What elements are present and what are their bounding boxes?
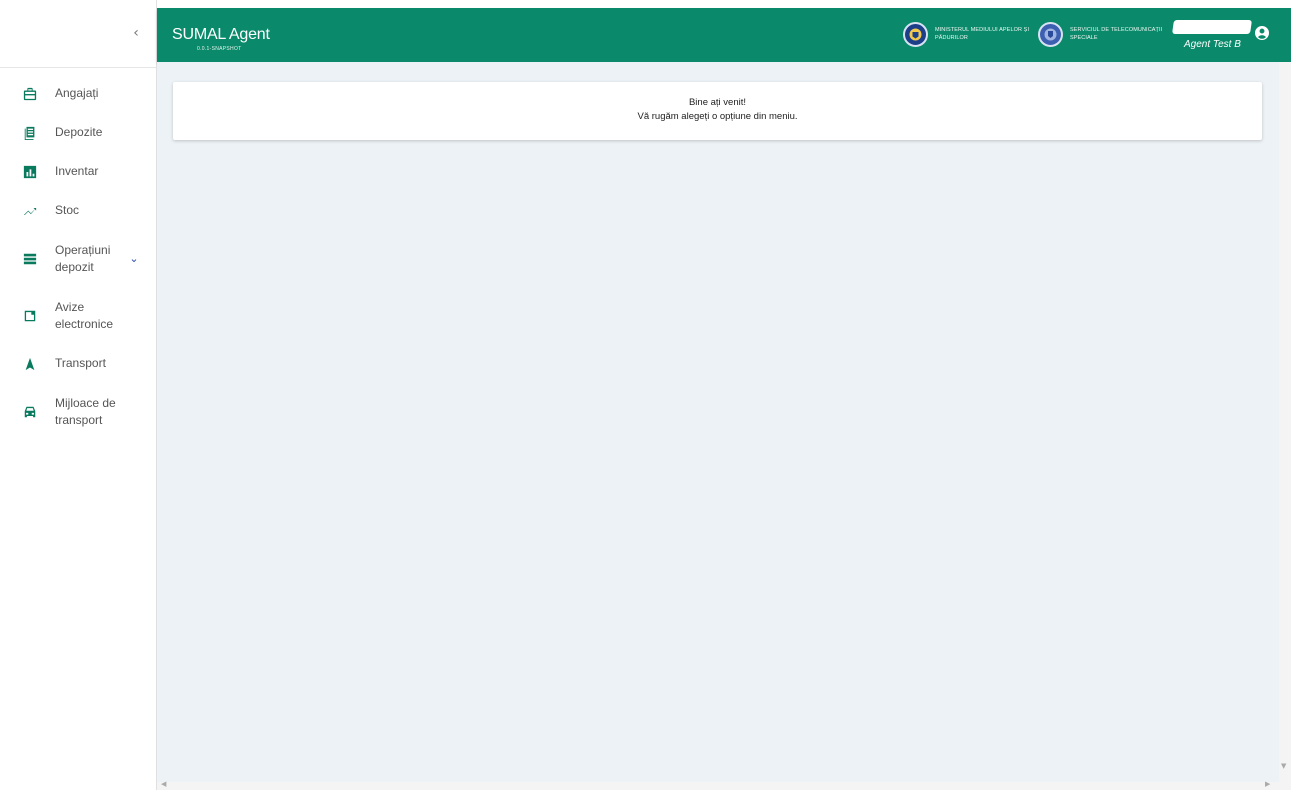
briefcase-icon — [22, 86, 38, 102]
app-version: 0.0.1-SNAPSHOT — [197, 46, 242, 52]
app-header: SUMAL Agent 0.0.1-SNAPSHOT MINISTERUL ME… — [157, 8, 1291, 62]
sidebar-item-label: Stoc — [55, 203, 80, 217]
welcome-message: Vă rugăm alegeți o opțiune din meniu. — [637, 111, 798, 122]
sidebar-item-depozite[interactable]: Depozite — [0, 113, 156, 152]
user-name: Agent Test B — [1184, 39, 1241, 50]
sidebar-item-label: Depozite — [55, 125, 103, 139]
ministry-logo-icon — [903, 22, 928, 47]
chevron-down-icon[interactable]: ⌄ — [128, 252, 140, 266]
sidebar-item-label: Mijloace de transport — [55, 395, 116, 427]
sidebar-nav: Angajați Depozite Inventar Stoc Operațiu… — [0, 68, 156, 440]
sidebar-item-angajati[interactable]: Angajați — [0, 74, 156, 113]
note-icon — [22, 308, 38, 324]
ministry-name: MINISTERUL MEDIULUI APELOR ȘI PĂDURILOR — [935, 27, 1030, 41]
car-icon — [22, 404, 38, 420]
documents-icon — [22, 125, 38, 141]
sidebar-item-label: Avize electronice — [55, 299, 114, 331]
sidebar-item-label: Inventar — [55, 164, 99, 178]
sidebar-header: ‹ — [0, 0, 156, 68]
account-circle-icon[interactable] — [1255, 26, 1269, 40]
scroll-right-icon[interactable]: ▶ — [1265, 780, 1270, 788]
collapse-sidebar-button[interactable]: ‹ — [128, 24, 144, 42]
sts-name: SERVICIUL DE TELECOMUNICAȚII SPECIALE — [1070, 27, 1163, 41]
sidebar-item-transport[interactable]: Transport — [0, 344, 156, 383]
sidebar-item-label: Operațiuni depozit — [55, 242, 111, 274]
sidebar-item-mijloace-de-transport[interactable]: Mijloace de transport — [0, 383, 156, 440]
trending-up-icon — [22, 203, 38, 219]
scroll-down-icon[interactable]: ▼ — [1281, 762, 1286, 770]
sidebar-item-inventar[interactable]: Inventar — [0, 152, 156, 191]
sidebar-item-operatiuni-depozit[interactable]: Operațiuni depozit ⌄ — [0, 230, 156, 287]
list-icon — [22, 251, 38, 267]
navigation-arrow-icon — [22, 356, 38, 372]
sidebar-item-label: Angajați — [55, 86, 99, 100]
welcome-card: Bine ați venit! Vă rugăm alegeți o opțiu… — [173, 82, 1262, 140]
sidebar-item-label: Transport — [55, 356, 106, 370]
horizontal-scrollbar[interactable]: ◀ ▶ — [157, 780, 1291, 790]
app-title[interactable]: SUMAL Agent — [172, 26, 270, 44]
scroll-left-icon[interactable]: ◀ — [161, 780, 166, 788]
vertical-scrollbar[interactable]: ▼ — [1279, 62, 1291, 782]
sts-logo-icon — [1038, 22, 1063, 47]
sidebar-item-avize-electronice[interactable]: Avize electronice — [0, 287, 156, 344]
welcome-title: Bine ați venit! — [688, 97, 747, 108]
redacted-username — [1172, 20, 1252, 34]
main-content: Bine ați venit! Vă rugăm alegeți o opțiu… — [157, 62, 1279, 782]
sidebar: ‹ Angajați Depozite Inventar Stoc Operaț… — [0, 0, 157, 790]
sidebar-item-stoc[interactable]: Stoc — [0, 191, 156, 230]
bar-chart-icon — [22, 164, 38, 180]
